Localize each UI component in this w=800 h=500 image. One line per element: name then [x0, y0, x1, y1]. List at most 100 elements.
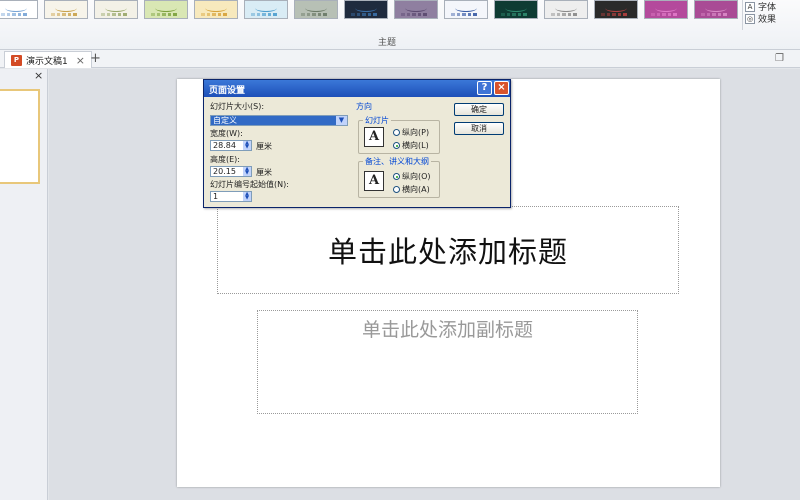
theme-preview-graphic	[505, 4, 527, 12]
subtitle-placeholder[interactable]: 单击此处添加副标题	[257, 310, 638, 414]
start-number-value: 1	[213, 192, 219, 201]
slides-landscape-label: 横向(L)	[402, 141, 429, 150]
start-number-input[interactable]: 1 ▲ ▼	[210, 191, 252, 202]
width-spinner-icon[interactable]: ▲ ▼	[243, 141, 251, 150]
theme-thumbnail[interactable]	[494, 0, 538, 19]
theme-preview-graphic	[205, 4, 227, 12]
theme-color-swatches	[51, 13, 77, 16]
restore-window-icon[interactable]: ❐	[775, 53, 784, 64]
theme-color-swatches	[551, 13, 577, 16]
theme-color-swatches	[651, 13, 677, 16]
theme-preview-graphic	[255, 4, 277, 12]
close-panel-icon[interactable]: ×	[34, 69, 43, 82]
height-value: 20.15	[213, 167, 236, 176]
ribbon: 主题 A 字体 ◎ 效果	[0, 0, 800, 50]
slide-size-select[interactable]: 自定义 ▼	[210, 115, 348, 126]
theme-thumbnail[interactable]	[644, 0, 688, 19]
start-number-spinner-icon[interactable]: ▲ ▼	[243, 192, 251, 201]
notes-landscape-label: 横向(A)	[402, 185, 430, 194]
theme-preview-graphic	[155, 4, 177, 12]
theme-thumbnail[interactable]	[544, 0, 588, 19]
theme-preview-graphic	[555, 4, 577, 12]
theme-preview-graphic	[405, 4, 427, 12]
ok-button[interactable]: 确定	[454, 103, 504, 116]
theme-thumbnail[interactable]	[344, 0, 388, 19]
notes-portrait-radio[interactable]: 纵向(O)	[393, 171, 431, 182]
height-label: 高度(E):	[210, 155, 240, 164]
presentation-icon: P	[11, 54, 22, 66]
radio-icon	[393, 129, 400, 136]
slides-portrait-radio[interactable]: 纵向(P)	[393, 127, 429, 138]
close-icon[interactable]: ×	[494, 81, 509, 95]
theme-color-swatches	[251, 13, 277, 16]
notes-landscape-radio[interactable]: 横向(A)	[393, 184, 430, 195]
theme-color-swatches	[601, 13, 627, 16]
theme-thumbnail[interactable]	[0, 0, 38, 19]
document-tab-label: 演示文稿1	[26, 56, 68, 67]
theme-preview-graphic	[305, 4, 327, 12]
theme-thumbnail[interactable]	[94, 0, 138, 19]
subtitle-placeholder-text: 单击此处添加副标题	[361, 319, 533, 341]
notes-portrait-label: 纵向(O)	[402, 172, 431, 181]
document-tab-bar: P 演示文稿1 × + ❐	[0, 50, 800, 68]
slide-size-label: 幻灯片大小(S):	[210, 102, 265, 111]
theme-thumbnail[interactable]	[294, 0, 338, 19]
effects-label: 效果	[758, 15, 777, 25]
orientation-icon: A	[364, 127, 384, 147]
orientation-label: 方向	[356, 102, 372, 111]
help-icon[interactable]: ?	[477, 81, 492, 95]
theme-preview-graphic	[55, 4, 77, 12]
title-placeholder[interactable]: 单击此处添加标题	[217, 206, 679, 294]
width-unit: 厘米	[256, 142, 272, 151]
height-spinner-icon[interactable]: ▲ ▼	[243, 167, 251, 176]
theme-preview-graphic	[5, 4, 27, 12]
title-placeholder-text: 单击此处添加标题	[327, 235, 568, 269]
effects-icon: ◎	[745, 13, 755, 24]
theme-color-swatches	[351, 13, 377, 16]
notes-group-title: 备注、讲义和大纲	[363, 156, 431, 167]
theme-thumbnail[interactable]	[594, 0, 638, 19]
theme-thumbnail[interactable]	[144, 0, 188, 19]
page-setup-dialog: 页面设置 ? × 幻灯片大小(S): 自定义 ▼ 宽度(W): 28.84 ▲ ▼…	[203, 79, 511, 208]
theme-preview-graphic	[605, 4, 627, 12]
close-tab-icon[interactable]: ×	[76, 54, 85, 67]
theme-thumbnail[interactable]	[194, 0, 238, 19]
radio-icon	[393, 186, 400, 193]
theme-color-swatches	[401, 13, 427, 16]
ribbon-group-label: 主题	[378, 38, 397, 48]
theme-preview-graphic	[355, 4, 377, 12]
theme-preview-graphic	[455, 4, 477, 12]
theme-color-swatches	[451, 13, 477, 16]
theme-thumbnail[interactable]	[694, 0, 738, 19]
theme-color-swatches	[1, 13, 27, 16]
orientation-icon: A	[364, 171, 384, 191]
radio-selected-icon	[393, 173, 400, 180]
cancel-button[interactable]: 取消	[454, 122, 504, 135]
theme-color-swatches	[201, 13, 227, 16]
width-value: 28.84	[213, 141, 236, 150]
dialog-title-bar[interactable]: 页面设置 ? ×	[204, 80, 510, 97]
effects-button[interactable]: ◎ 效果	[745, 12, 776, 25]
slide-thumbnail[interactable]	[0, 89, 40, 184]
theme-thumbnail[interactable]	[444, 0, 488, 19]
new-tab-button[interactable]: +	[90, 51, 101, 66]
slides-landscape-radio[interactable]: 横向(L)	[393, 140, 429, 151]
dialog-title: 页面设置	[209, 86, 246, 96]
height-input[interactable]: 20.15 ▲ ▼	[210, 166, 252, 177]
theme-preview-graphic	[705, 4, 727, 12]
theme-thumbnail[interactable]	[394, 0, 438, 19]
slide-thumbnail-panel: ×	[0, 69, 48, 500]
width-input[interactable]: 28.84 ▲ ▼	[210, 140, 252, 151]
document-tab[interactable]: P 演示文稿1 ×	[4, 51, 92, 68]
theme-thumbnail[interactable]	[244, 0, 288, 19]
slides-group-title: 幻灯片	[363, 115, 391, 126]
height-unit: 厘米	[256, 168, 272, 177]
font-icon: A	[745, 1, 755, 12]
theme-color-swatches	[101, 13, 127, 16]
slides-portrait-label: 纵向(P)	[402, 128, 430, 137]
slides-orientation-group: 幻灯片 A 纵向(P) 横向(L)	[358, 115, 440, 154]
theme-color-swatches	[151, 13, 177, 16]
theme-thumbnail[interactable]	[44, 0, 88, 19]
chevron-down-icon[interactable]: ▼	[336, 116, 347, 125]
theme-color-swatches	[701, 13, 727, 16]
